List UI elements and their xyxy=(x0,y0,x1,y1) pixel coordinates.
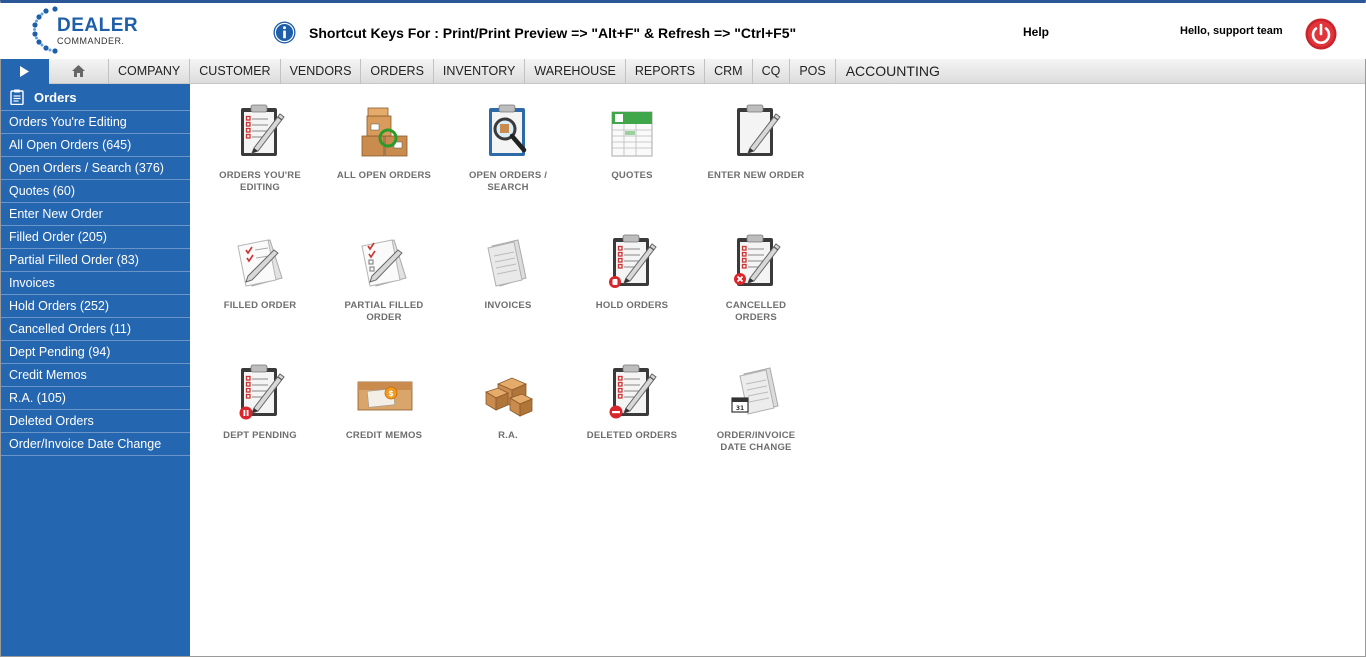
nav-item-accounting[interactable]: ACCOUNTING xyxy=(836,59,949,84)
sidebar-item-enter-new-order[interactable]: Enter New Order xyxy=(1,203,190,226)
user-greeting: Hello, support team xyxy=(1180,25,1283,37)
dealer-commander-logo[interactable]: DEALER COMMANDER. xyxy=(30,5,140,57)
sidebar-item-open-orders-search[interactable]: Open Orders / Search (376) xyxy=(1,157,190,180)
sidebar-item-ra[interactable]: R.A. (105) xyxy=(1,387,190,410)
sidebar-item-dept-pending[interactable]: Dept Pending (94) xyxy=(1,341,190,364)
tile-credit-memos[interactable]: $ CREDIT MEMOS xyxy=(324,362,444,442)
shortcut-keys-notice: Shortcut Keys For : Print/Print Preview … xyxy=(309,25,797,41)
sidebar-header: Orders xyxy=(1,84,190,111)
svg-text:$: $ xyxy=(388,389,394,398)
tile-quotes[interactable]: QUOTES xyxy=(572,102,692,182)
tile-order-invoice-date-change[interactable]: 31 ORDER/INVOICE DATE CHANGE xyxy=(696,362,816,454)
tile-label: ALL OPEN ORDERS xyxy=(336,170,432,181)
boxes-icon xyxy=(361,107,408,157)
nav-item-customer[interactable]: CUSTOMER xyxy=(190,59,281,84)
tile-enter-new-order[interactable]: ENTER NEW ORDER xyxy=(696,102,816,182)
info-icon xyxy=(273,21,296,44)
svg-text:31: 31 xyxy=(736,405,744,412)
return-boxes-icon xyxy=(485,377,533,417)
tile-orders-youre-editing[interactable]: ORDERS YOU'RE EDITING xyxy=(200,102,320,194)
checked-papers-icon xyxy=(230,232,290,292)
logo-text-dealer: DEALER xyxy=(57,15,139,36)
blank-clipboard-icon xyxy=(726,102,786,162)
nav-item-crm[interactable]: CRM xyxy=(705,59,753,84)
tile-hold-orders[interactable]: HOLD ORDERS xyxy=(572,232,692,312)
nav-item-cq[interactable]: CQ xyxy=(753,59,791,84)
sidebar-item-credit-memos[interactable]: Credit Memos xyxy=(1,364,190,387)
sidebar-item-order-invoice-date-change[interactable]: Order/Invoice Date Change xyxy=(1,433,190,456)
app-frame xyxy=(0,0,1366,657)
triangle-right-icon xyxy=(20,66,29,77)
money-envelope-icon: $ xyxy=(357,381,413,411)
clipboard-pause-icon xyxy=(239,362,290,420)
tile-label: PARTIAL FILLED ORDER xyxy=(344,300,424,323)
tile-label: ENTER NEW ORDER xyxy=(707,170,805,181)
sidebar-item-hold-orders[interactable]: Hold Orders (252) xyxy=(1,295,190,318)
clipboard-magnifier-icon xyxy=(489,104,527,156)
tile-label: R.A. xyxy=(498,430,518,441)
main-navbar: COMPANY CUSTOMER VENDORS ORDERS INVENTOR… xyxy=(1,59,1365,84)
nav-item-inventory[interactable]: INVENTORY xyxy=(434,59,526,84)
sidebar-item-all-open-orders[interactable]: All Open Orders (645) xyxy=(1,134,190,157)
clipboard-delete-icon xyxy=(609,362,662,419)
tile-label: QUOTES xyxy=(611,170,653,181)
tile-partial-filled-order[interactable]: PARTIAL FILLED ORDER xyxy=(324,232,444,324)
sidebar-item-filled-order[interactable]: Filled Order (205) xyxy=(1,226,190,249)
nav-item-company[interactable]: COMPANY xyxy=(109,59,191,84)
tile-label: OPEN ORDERS / SEARCH xyxy=(468,170,548,193)
nav-item-vendors[interactable]: VENDORS xyxy=(281,59,362,84)
invoice-paper-icon xyxy=(487,239,527,287)
partial-checked-papers-icon xyxy=(354,232,414,292)
tile-label: HOLD ORDERS xyxy=(595,300,669,311)
tile-dept-pending[interactable]: DEPT PENDING xyxy=(200,362,320,442)
tile-label: DEPT PENDING xyxy=(223,430,297,441)
tile-ra[interactable]: R.A. xyxy=(448,362,568,442)
sidebar-item-quotes[interactable]: Quotes (60) xyxy=(1,180,190,203)
nav-item-pos[interactable]: POS xyxy=(790,59,836,84)
sidebar-item-cancelled-orders[interactable]: Cancelled Orders (11) xyxy=(1,318,190,341)
clipboard-cancel-icon xyxy=(734,232,786,292)
sidebar-toggle-button[interactable] xyxy=(1,59,49,84)
nav-menu: COMPANY CUSTOMER VENDORS ORDERS INVENTOR… xyxy=(109,59,949,84)
sidebar-item-orders-youre-editing[interactable]: Orders You're Editing xyxy=(1,111,190,134)
tile-label: INVOICES xyxy=(484,300,532,311)
clipboard-pen-icon xyxy=(230,102,290,162)
home-button[interactable] xyxy=(49,59,109,84)
clipboard-icon xyxy=(10,89,24,105)
sidebar-title: Orders xyxy=(34,89,77,105)
tile-deleted-orders[interactable]: DELETED ORDERS xyxy=(572,362,692,442)
tile-label: CANCELLED ORDERS xyxy=(725,300,787,323)
nav-item-reports[interactable]: REPORTS xyxy=(626,59,706,84)
invoice-calendar-icon: 31 xyxy=(731,367,779,415)
tile-label: ORDERS YOU'RE EDITING xyxy=(219,170,301,193)
tile-label: CREDIT MEMOS xyxy=(345,430,423,441)
clipboard-hold-icon xyxy=(609,232,662,288)
quotes-sheet-icon xyxy=(611,111,653,157)
tile-open-orders-search[interactable]: OPEN ORDERS / SEARCH xyxy=(448,102,568,194)
tile-all-open-orders[interactable]: ALL OPEN ORDERS xyxy=(324,102,444,182)
tile-filled-order[interactable]: FILLED ORDER xyxy=(200,232,320,312)
header: DEALER COMMANDER. Shortcut Keys For : Pr… xyxy=(0,3,1366,59)
help-link[interactable]: Help xyxy=(1023,25,1049,39)
logo-text-commander: COMMANDER. xyxy=(57,36,125,46)
sidebar-item-deleted-orders[interactable]: Deleted Orders xyxy=(1,410,190,433)
tile-label: FILLED ORDER xyxy=(223,300,297,311)
tile-label: DELETED ORDERS xyxy=(586,430,678,441)
sidebar-item-partial-filled-order[interactable]: Partial Filled Order (83) xyxy=(1,249,190,272)
tile-invoices[interactable]: INVOICES xyxy=(448,232,568,312)
nav-item-warehouse[interactable]: WAREHOUSE xyxy=(525,59,626,84)
orders-sidebar: Orders Orders You're Editing All Open Or… xyxy=(1,84,190,656)
nav-item-orders[interactable]: ORDERS xyxy=(361,59,434,84)
tile-cancelled-orders[interactable]: CANCELLED ORDERS xyxy=(696,232,816,324)
logout-power-icon[interactable] xyxy=(1305,18,1337,50)
home-icon xyxy=(72,65,85,77)
tile-label: ORDER/INVOICE DATE CHANGE xyxy=(716,430,796,453)
sidebar-item-invoices[interactable]: Invoices xyxy=(1,272,190,295)
